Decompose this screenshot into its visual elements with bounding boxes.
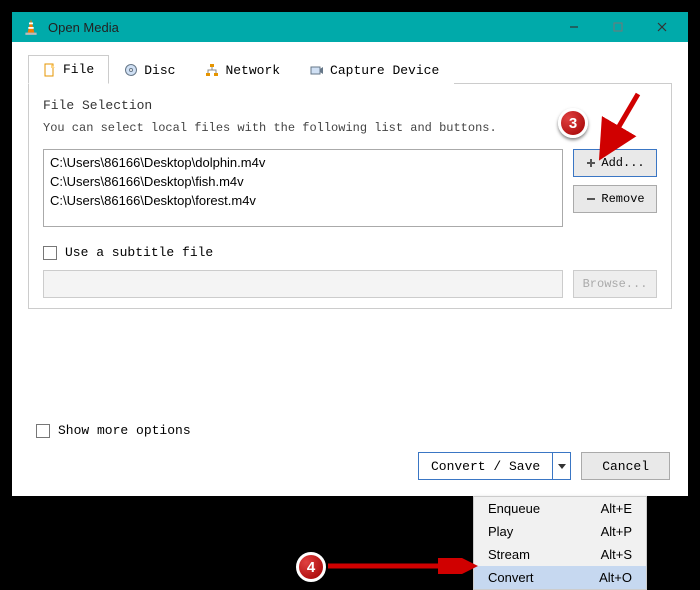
vlc-cone-icon bbox=[22, 18, 40, 36]
window-title: Open Media bbox=[48, 20, 552, 35]
convert-save-caret[interactable] bbox=[552, 453, 570, 479]
cancel-button[interactable]: Cancel bbox=[581, 452, 670, 480]
tab-network[interactable]: Network bbox=[190, 55, 295, 84]
tab-label: Disc bbox=[144, 63, 175, 78]
chevron-down-icon bbox=[558, 462, 566, 470]
tab-file[interactable]: File bbox=[28, 55, 109, 84]
add-label: Add... bbox=[601, 156, 644, 170]
tabs-bar: File Disc Network Capture Device bbox=[28, 54, 672, 84]
add-button[interactable]: Add... bbox=[573, 149, 657, 177]
disc-icon bbox=[124, 63, 138, 77]
list-item[interactable]: C:\Users\86166\Desktop\dolphin.m4v bbox=[50, 154, 556, 173]
show-more-options-label: Show more options bbox=[58, 423, 191, 438]
convert-save-button[interactable]: Convert / Save bbox=[418, 452, 571, 480]
subtitle-checkbox-row: Use a subtitle file bbox=[43, 245, 657, 260]
content-area: File Disc Network Capture Device File Se… bbox=[12, 42, 688, 496]
annotation-callout-4: 4 bbox=[296, 552, 326, 582]
convert-save-label: Convert / Save bbox=[419, 459, 552, 474]
convert-save-menu: EnqueueAlt+E PlayAlt+P StreamAlt+S Conve… bbox=[473, 496, 647, 590]
open-media-window: Open Media File Disc Network Capture Dev… bbox=[12, 12, 688, 496]
show-more-options-row: Show more options bbox=[36, 423, 191, 438]
file-icon bbox=[43, 63, 57, 77]
file-button-column: Add... Remove bbox=[573, 149, 657, 227]
maximize-button[interactable] bbox=[596, 12, 640, 42]
remove-button[interactable]: Remove bbox=[573, 185, 657, 213]
network-icon bbox=[205, 63, 219, 77]
footer-buttons: Convert / Save Cancel bbox=[418, 452, 670, 480]
subtitle-browse-row: Browse... bbox=[43, 270, 657, 298]
list-item[interactable]: C:\Users\86166\Desktop\forest.m4v bbox=[50, 192, 556, 211]
tab-disc[interactable]: Disc bbox=[109, 55, 190, 84]
file-area: C:\Users\86166\Desktop\dolphin.m4v C:\Us… bbox=[43, 149, 657, 227]
file-list[interactable]: C:\Users\86166\Desktop\dolphin.m4v C:\Us… bbox=[43, 149, 563, 227]
titlebar: Open Media bbox=[12, 12, 688, 42]
plus-icon bbox=[585, 157, 597, 169]
remove-label: Remove bbox=[601, 192, 644, 206]
annotation-arrow-4 bbox=[328, 558, 478, 574]
close-button[interactable] bbox=[640, 12, 684, 42]
menu-item-stream[interactable]: StreamAlt+S bbox=[474, 543, 646, 566]
minimize-button[interactable] bbox=[552, 12, 596, 42]
subtitle-label: Use a subtitle file bbox=[65, 245, 213, 260]
annotation-callout-3: 3 bbox=[558, 108, 588, 138]
tab-label: Network bbox=[225, 63, 280, 78]
capture-device-icon bbox=[310, 63, 324, 77]
menu-item-convert[interactable]: ConvertAlt+O bbox=[474, 566, 646, 589]
minus-icon bbox=[585, 193, 597, 205]
tab-label: Capture Device bbox=[330, 63, 439, 78]
subtitle-path-input bbox=[43, 270, 563, 298]
show-more-options-checkbox[interactable] bbox=[36, 424, 50, 438]
menu-item-play[interactable]: PlayAlt+P bbox=[474, 520, 646, 543]
subtitle-checkbox[interactable] bbox=[43, 246, 57, 260]
tab-capture-device[interactable]: Capture Device bbox=[295, 55, 454, 84]
menu-item-enqueue[interactable]: EnqueueAlt+E bbox=[474, 497, 646, 520]
tab-label: File bbox=[63, 62, 94, 77]
list-item[interactable]: C:\Users\86166\Desktop\fish.m4v bbox=[50, 173, 556, 192]
browse-button: Browse... bbox=[573, 270, 657, 298]
